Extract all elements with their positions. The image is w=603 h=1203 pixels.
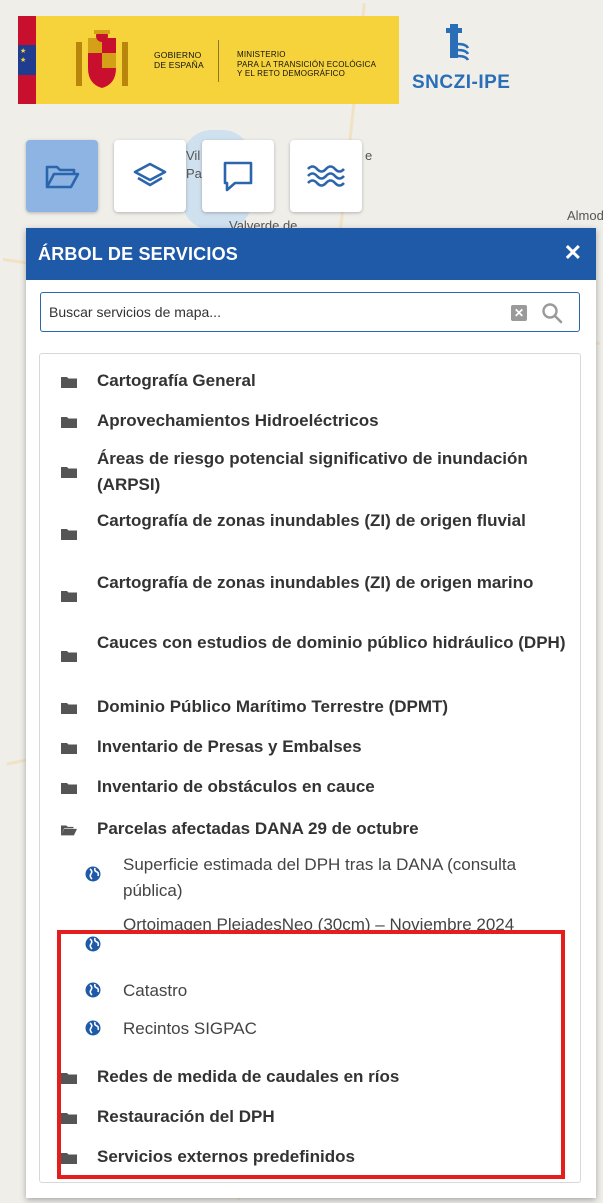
tree-node-label: Cartografía de zonas inundables (ZI) de … [97, 573, 534, 592]
water-icon [307, 165, 345, 187]
globe-icon [85, 866, 101, 882]
folder-icon [61, 783, 77, 794]
ministry-name: MINISTERIO PARA LA TRANSICIÓN ECOLÓGICA … [237, 50, 377, 78]
comments-button[interactable] [202, 140, 274, 212]
snczi-logo[interactable]: SNCZI-IPE [410, 22, 520, 98]
water-button[interactable] [290, 140, 362, 212]
services-tree: Cartografía General Aprovechamientos Hid… [39, 353, 581, 1183]
brand-name: SNCZI-IPE [412, 72, 511, 93]
services-tree-button[interactable] [26, 140, 98, 212]
map-label: Vil [186, 148, 201, 163]
government-name: GOBIERNO DE ESPAÑA [154, 50, 204, 70]
tree-node-label: Inventario de obstáculos en cauce [97, 777, 375, 796]
folder-icon [61, 467, 77, 478]
water-tap-icon [446, 24, 470, 61]
tree-node-label: Parcelas afectadas DANA 29 de octubre [97, 819, 419, 838]
tree-node-label: Cartografía General [97, 371, 256, 390]
panel-header: ÁRBOL DE SERVICIOS ✕ [26, 228, 596, 280]
tree-child-label: Superficie estimada del DPH tras la DANA… [123, 855, 517, 900]
tree-node-label: Cauces con estudios de dominio público h… [97, 633, 566, 652]
search-icon[interactable] [541, 302, 563, 324]
folder-icon [61, 651, 77, 662]
map-label: e [365, 148, 373, 163]
tree-node-label: Cartografía de zonas inundables (ZI) de … [97, 511, 526, 530]
tree-node-label: Dominio Público Marítimo Terrestre (DPMT… [97, 697, 449, 716]
folder-icon [61, 591, 77, 602]
government-banner: GOBIERNO DE ESPAÑA MINISTERIO PARA LA TR… [18, 16, 399, 104]
layers-button[interactable] [114, 140, 186, 212]
folder-icon [61, 417, 77, 428]
map-label: Almod [567, 208, 603, 223]
comment-icon [223, 161, 253, 192]
tree-node-label: Inventario de Presas y Embalses [97, 737, 362, 756]
close-icon[interactable]: ✕ [564, 240, 582, 266]
tree-node-label: Aprovechamientos Hidroeléctricos [97, 411, 379, 430]
services-tree-panel: ÁRBOL DE SERVICIOS ✕ ✕ Cartografía Gener… [26, 228, 596, 1198]
clear-search-icon[interactable]: ✕ [511, 305, 527, 321]
tree-node-label: Áreas de riesgo potencial significativo … [97, 449, 528, 494]
folder-icon [61, 529, 77, 540]
folder-icon [61, 377, 77, 388]
folder-open-icon [61, 825, 77, 836]
search-input[interactable] [47, 297, 491, 327]
eu-flag-icon [18, 16, 36, 104]
coat-of-arms-icon [76, 30, 128, 88]
layers-icon [133, 162, 167, 187]
search-box: ✕ [40, 292, 580, 332]
folder-icon [61, 743, 77, 754]
folder-icon [45, 165, 80, 189]
folder-icon [61, 703, 77, 714]
panel-title: ÁRBOL DE SERVICIOS [38, 244, 238, 264]
map-label: Pa [186, 166, 202, 181]
highlight-box [57, 930, 565, 1179]
